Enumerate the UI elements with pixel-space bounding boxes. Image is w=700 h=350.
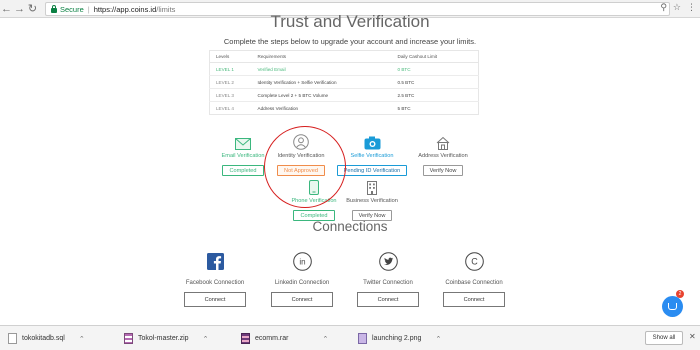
download-shelf: tokokitadb.sql ⌃ Tokol-master.zip ⌃ ecom… xyxy=(0,325,700,350)
table-row: LEVEL 1 Verified Email 0 BTC xyxy=(209,62,479,76)
image-file-icon xyxy=(358,333,367,344)
business-verification-tile: Business Verification Verify Now xyxy=(332,179,412,222)
table-row: LEVEL 2 Identity Verification + Selfie V… xyxy=(209,75,479,89)
twitter-connection-tile: Twitter Connection Connect xyxy=(345,250,431,307)
download-filename: tokokitadb.sql xyxy=(22,335,65,342)
building-icon xyxy=(367,181,377,195)
zip-file-icon xyxy=(124,333,133,344)
camera-icon xyxy=(364,136,380,150)
archive-file-icon xyxy=(241,333,250,344)
level-cell: LEVEL 1 xyxy=(209,62,252,76)
chat-unread-badge: 2 xyxy=(676,290,684,298)
column-header: Levels xyxy=(209,50,252,63)
requirement-cell: Verified Email xyxy=(251,62,392,76)
coinbase-connection-tile: C Coinbase Connection Connect xyxy=(431,250,517,307)
requirement-cell: Identity Verification + Selfie Verificat… xyxy=(251,75,392,89)
page-title: Trust and Verification xyxy=(270,12,430,31)
limit-cell: 0 BTC xyxy=(391,62,479,76)
coinbase-connection-label: Coinbase Connection xyxy=(445,280,503,286)
page-content: Trust and Verification Complete the step… xyxy=(0,12,700,325)
download-item[interactable]: ecomm.rar ⌃ xyxy=(241,332,328,345)
chevron-up-icon[interactable]: ⌃ xyxy=(203,335,209,343)
selfie-pending-button[interactable]: Pending ID Verification xyxy=(336,165,408,176)
level-cell: LEVEL 4 xyxy=(209,101,252,115)
column-header: Requirements xyxy=(251,50,392,63)
chevron-up-icon[interactable]: ⌃ xyxy=(435,335,441,343)
level-cell: LEVEL 3 xyxy=(209,88,252,102)
svg-text:C: C xyxy=(471,256,478,266)
connections-title: Connections xyxy=(312,219,388,234)
requirement-cell: Address Verification xyxy=(251,101,392,115)
annotation-circle xyxy=(264,126,346,208)
table-row: LEVEL 3 Complete Level 2 + 5 BTC Volume … xyxy=(209,88,479,102)
linkedin-connect-button[interactable]: Connect xyxy=(271,292,333,307)
twitter-icon xyxy=(378,251,398,271)
email-completed-button[interactable]: Completed xyxy=(222,165,264,176)
linkedin-icon: in xyxy=(292,251,312,271)
chat-launcher-button[interactable] xyxy=(662,296,683,317)
requirement-cell: Complete Level 2 + 5 BTC Volume xyxy=(251,88,392,102)
limit-cell: 0.5 BTC xyxy=(391,75,479,89)
chat-icon xyxy=(668,303,677,310)
level-cell: LEVEL 2 xyxy=(209,75,252,89)
home-icon xyxy=(436,136,450,150)
download-filename: Tokol-master.zip xyxy=(138,335,189,342)
twitter-connection-label: Twitter Connection xyxy=(363,280,413,286)
page-subtitle: Complete the steps below to upgrade your… xyxy=(223,37,477,46)
facebook-icon xyxy=(206,252,224,270)
facebook-connect-button[interactable]: Connect xyxy=(184,292,246,307)
twitter-connect-button[interactable]: Connect xyxy=(357,292,419,307)
table-row: LEVEL 4 Address Verification 5 BTC xyxy=(209,101,479,115)
business-verification-label: Business Verification xyxy=(346,198,398,204)
chevron-up-icon[interactable]: ⌃ xyxy=(322,335,328,343)
chevron-up-icon[interactable]: ⌃ xyxy=(79,335,85,343)
limit-cell: 5 BTC xyxy=(391,101,479,115)
linkedin-connection-tile: in Linkedin Connection Connect xyxy=(259,250,345,307)
facebook-connection-tile: Facebook Connection Connect xyxy=(172,250,258,307)
address-verification-tile: Address Verification Verify Now xyxy=(403,134,483,177)
download-item[interactable]: Tokol-master.zip ⌃ xyxy=(124,332,208,345)
download-item[interactable]: tokokitadb.sql ⌃ xyxy=(8,332,85,345)
download-filename: launching 2.png xyxy=(372,335,422,342)
download-filename: ecomm.rar xyxy=(255,335,289,342)
table-header-row: Levels Requirements Daily Cashout Limit xyxy=(209,50,479,63)
svg-text:in: in xyxy=(299,257,305,266)
download-item[interactable]: launching 2.png ⌃ xyxy=(358,332,441,345)
linkedin-connection-label: Linkedin Connection xyxy=(274,280,330,286)
limit-cell: 2.5 BTC xyxy=(391,88,479,102)
column-header: Daily Cashout Limit xyxy=(391,50,479,63)
coinbase-icon: C xyxy=(464,251,484,271)
limits-table: Levels Requirements Daily Cashout Limit … xyxy=(209,50,479,115)
address-verify-now-button[interactable]: Verify Now xyxy=(422,165,464,176)
file-icon xyxy=(8,333,17,344)
coinbase-connect-button[interactable]: Connect xyxy=(443,292,505,307)
mail-icon xyxy=(235,138,251,150)
close-icon[interactable]: ✕ xyxy=(689,332,696,341)
show-all-button[interactable]: Show all xyxy=(645,331,683,345)
address-verification-label: Address Verification xyxy=(418,153,468,159)
facebook-connection-label: Facebook Connection xyxy=(185,280,245,286)
